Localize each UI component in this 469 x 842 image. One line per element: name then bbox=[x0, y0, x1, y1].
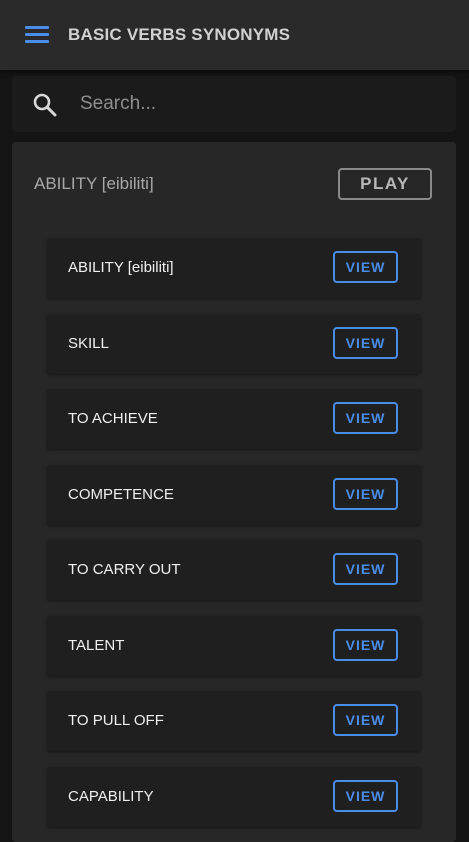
app-title: BASIC VERBS SYNONYMS bbox=[68, 25, 291, 44]
view-button[interactable]: VIEW bbox=[333, 477, 398, 510]
card-title: ABILITY [eibiliti] bbox=[34, 174, 154, 193]
list-item-label: TALENT bbox=[68, 636, 125, 654]
list-item: TO CARRY OUT VIEW bbox=[47, 540, 421, 600]
list-item-label: TO ACHIEVE bbox=[68, 410, 158, 427]
view-button[interactable]: VIEW bbox=[333, 779, 398, 812]
search-icon bbox=[32, 92, 58, 118]
view-button[interactable]: VIEW bbox=[333, 553, 398, 585]
view-button[interactable]: VIEW bbox=[333, 628, 398, 661]
view-button[interactable]: VIEW bbox=[333, 251, 398, 283]
list-item-label: CAPABILITY bbox=[68, 787, 154, 805]
search-input[interactable] bbox=[80, 86, 440, 122]
list-item: COMPETENCE VIEW bbox=[47, 464, 421, 525]
list-item: SKILL VIEW bbox=[47, 313, 421, 374]
menu-button[interactable] bbox=[14, 13, 58, 57]
view-button[interactable]: VIEW bbox=[333, 326, 398, 359]
list-item: TO PULL OFF VIEW bbox=[47, 691, 421, 751]
list-item: CAPABILITY VIEW bbox=[47, 766, 421, 827]
list-item: TO ACHIEVE VIEW bbox=[47, 389, 421, 449]
list-item-label: SKILL bbox=[68, 334, 109, 352]
list-item: TALENT VIEW bbox=[47, 615, 421, 676]
list-item: ABILITY [eibiliti] VIEW bbox=[47, 238, 421, 298]
view-button[interactable]: VIEW bbox=[333, 704, 398, 736]
list-item-label: TO PULL OFF bbox=[68, 712, 164, 729]
play-button[interactable]: PLAY bbox=[338, 168, 432, 200]
list-item-label: TO CARRY OUT bbox=[68, 561, 181, 578]
app-bar: BASIC VERBS SYNONYMS bbox=[0, 0, 469, 70]
list-item-label: COMPETENCE bbox=[68, 485, 174, 503]
list-item-label: ABILITY [eibiliti] bbox=[68, 259, 174, 276]
view-button[interactable]: VIEW bbox=[333, 402, 398, 434]
search-bar bbox=[12, 76, 456, 132]
synonym-card: ABILITY [eibiliti] PLAY ABILITY [eibilit… bbox=[12, 142, 456, 842]
